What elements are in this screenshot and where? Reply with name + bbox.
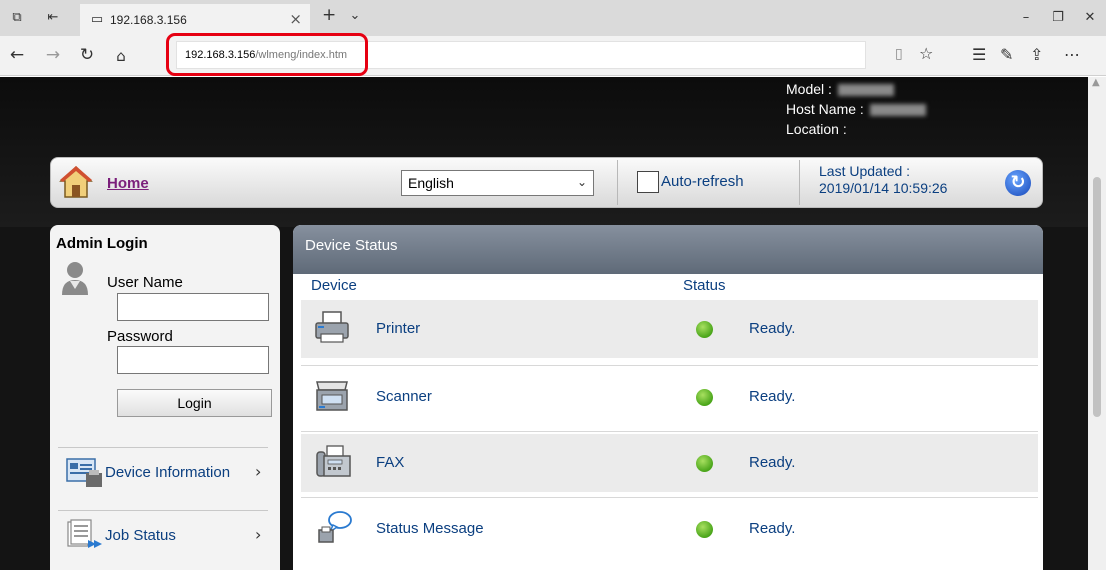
forward-icon[interactable]: → [42, 45, 64, 65]
table-row-printer: Printer Ready. [301, 300, 1038, 358]
device-status: Ready. [749, 520, 796, 537]
auto-refresh-checkbox[interactable] [637, 171, 659, 193]
menu-label: Job Status [105, 527, 176, 544]
device-name[interactable]: Scanner [376, 388, 432, 405]
location-row: Location : [786, 119, 926, 139]
favorites-hub-icon[interactable]: ☰ [972, 45, 986, 64]
close-tab-icon[interactable]: × [289, 10, 302, 28]
device-status: Ready. [749, 320, 796, 337]
device-name[interactable]: Printer [376, 320, 420, 337]
tab-list-chevron-icon[interactable]: ⌄ [348, 9, 362, 23]
back-icon[interactable]: ← [6, 45, 28, 65]
username-label: User Name [107, 274, 183, 291]
host-row: Host Name : [786, 99, 926, 119]
admin-login-title: Admin Login [56, 235, 148, 252]
device-status: Ready. [749, 388, 796, 405]
refresh-status-icon[interactable]: ↻ [1005, 170, 1031, 196]
ready-status-icon [696, 455, 713, 472]
language-select[interactable]: English ⌄ [401, 170, 594, 196]
ready-status-icon [696, 521, 713, 538]
row-divider [301, 431, 1038, 432]
language-value: English [408, 175, 454, 191]
scroll-thumb[interactable] [1093, 177, 1101, 417]
top-toolbar: Home English ⌄ Auto-refresh Last Updated… [50, 157, 1043, 208]
device-name[interactable]: FAX [376, 454, 404, 471]
chevron-down-icon: ⌄ [576, 175, 587, 189]
auto-refresh-label: Auto-refresh [661, 173, 744, 190]
browser-tab[interactable]: ▭ 192.168.3.156 × [80, 4, 310, 36]
ready-status-icon [696, 321, 713, 338]
device-information-icon [66, 458, 102, 487]
model-value-redacted [837, 84, 894, 97]
url-highlight-annotation [166, 33, 368, 76]
home-link[interactable]: Home [107, 175, 149, 192]
scroll-up-icon[interactable]: ▲ [1092, 77, 1100, 88]
device-status-title: Device Status [305, 237, 398, 254]
table-row-scanner: Scanner Ready. [301, 368, 1038, 426]
last-updated-value: 2019/01/14 10:59:26 [819, 180, 948, 196]
model-label: Model : [786, 81, 832, 97]
column-header-status: Status [683, 277, 726, 294]
notes-pen-icon[interactable]: ✎ [1000, 45, 1013, 64]
row-divider [301, 365, 1038, 366]
username-input[interactable] [117, 293, 269, 321]
tab-aside-icon[interactable]: ⇤ [46, 11, 60, 25]
home-icon[interactable] [59, 164, 93, 200]
table-row-fax: FAX Ready. [301, 434, 1038, 492]
status-message-icon [318, 511, 352, 543]
printer-icon [315, 311, 349, 343]
page-icon: ▭ [90, 12, 104, 27]
tab-actions-icon[interactable]: ⧉ [10, 11, 24, 25]
scanner-icon [316, 381, 348, 411]
menu-item-device-information[interactable]: Device Information › [50, 451, 280, 495]
browser-tab-bar: ⧉ ⇤ ▭ 192.168.3.156 × + ⌄ – ❐ ✕ [0, 0, 1106, 36]
device-status-panel: Device Status Device Status Printer Read… [293, 225, 1043, 570]
favorite-star-icon[interactable]: ☆ [919, 44, 933, 63]
share-icon[interactable]: ⇪ [1030, 45, 1043, 64]
menu-item-job-status[interactable]: Job Status › [50, 514, 280, 558]
device-info: Model : Host Name : Location : [786, 79, 926, 139]
chevron-right-icon: › [255, 525, 262, 544]
job-status-icon [67, 519, 102, 548]
location-label: Location : [786, 121, 847, 137]
column-header-device: Device [311, 277, 357, 294]
web-page: Model : Host Name : Location : Home Engl… [0, 77, 1088, 570]
device-status: Ready. [749, 454, 796, 471]
chevron-right-icon: › [255, 462, 262, 481]
host-value-redacted [869, 104, 926, 117]
model-row: Model : [786, 79, 926, 99]
table-row-status-message: Status Message Ready. [301, 500, 1038, 558]
menu-label: Device Information [105, 464, 231, 481]
host-name-label: Host Name : [786, 101, 864, 117]
divider [799, 160, 800, 205]
minimize-icon[interactable]: – [1016, 10, 1036, 25]
home-browser-icon[interactable]: ⌂ [110, 47, 132, 65]
device-name[interactable]: Status Message [376, 520, 484, 537]
last-updated-label: Last Updated : [819, 163, 911, 179]
row-divider [301, 497, 1038, 498]
ready-status-icon [696, 389, 713, 406]
left-panel: Admin Login User Name Password Login Dev… [50, 225, 280, 570]
login-button[interactable]: Login [117, 389, 272, 417]
more-menu-icon[interactable]: ⋯ [1064, 45, 1080, 64]
password-label: Password [107, 328, 173, 345]
refresh-icon[interactable]: ↻ [76, 45, 98, 65]
tab-title: 192.168.3.156 [110, 13, 187, 27]
fax-icon [316, 445, 351, 477]
reading-view-icon[interactable]: ▯ [895, 46, 903, 62]
user-avatar-icon [62, 262, 88, 295]
close-window-icon[interactable]: ✕ [1080, 10, 1100, 25]
divider [617, 160, 618, 205]
password-input[interactable] [117, 346, 269, 374]
restore-icon[interactable]: ❐ [1048, 10, 1068, 25]
device-status-header: Device Status [293, 225, 1043, 274]
divider [58, 447, 268, 448]
divider [58, 510, 268, 511]
vertical-scrollbar[interactable]: ▲ [1088, 77, 1106, 570]
new-tab-icon[interactable]: + [322, 7, 336, 24]
last-updated: Last Updated : 2019/01/14 10:59:26 [819, 163, 947, 197]
